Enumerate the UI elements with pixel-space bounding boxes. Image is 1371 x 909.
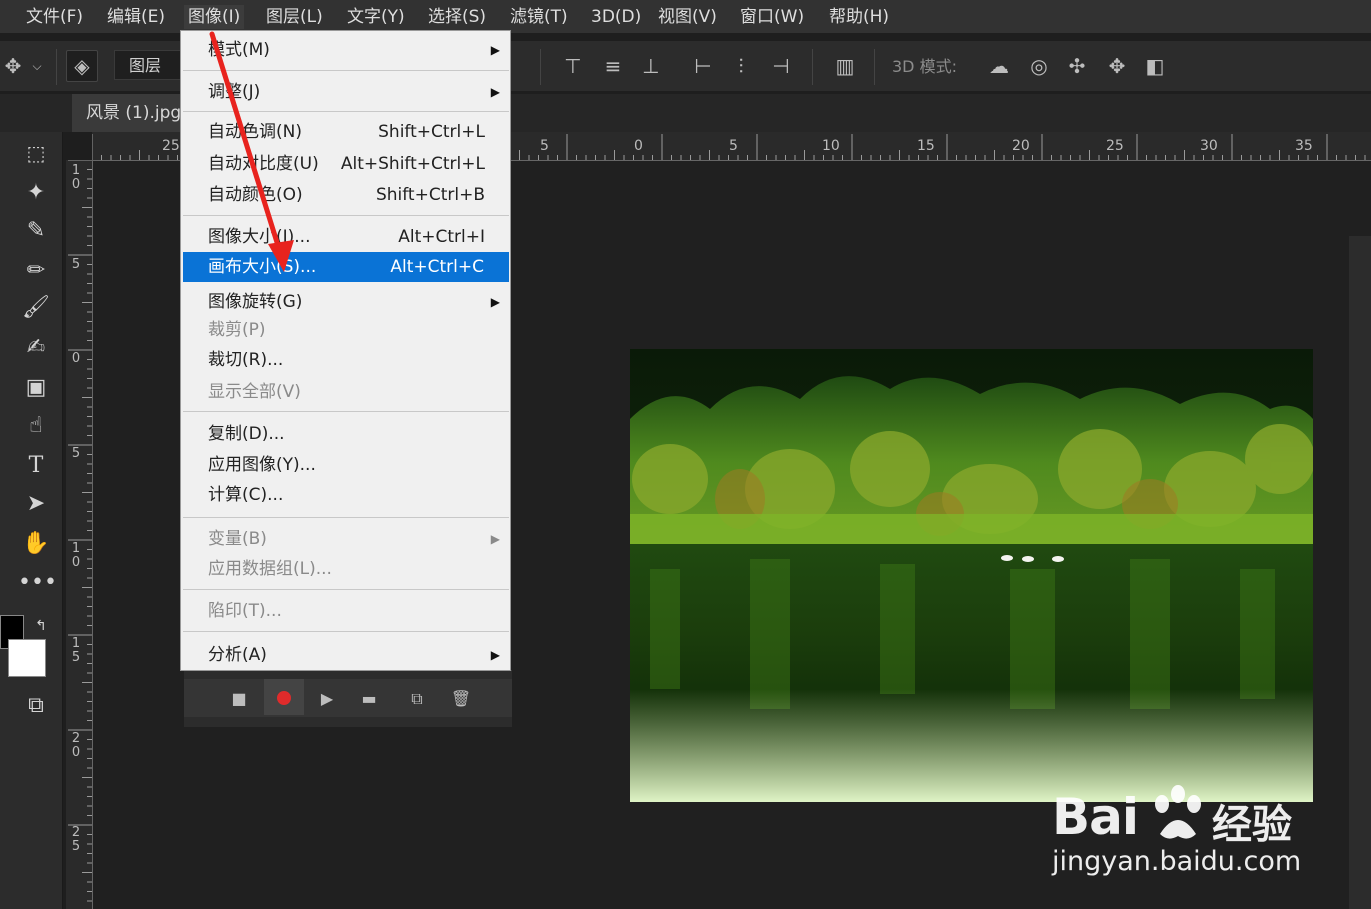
paw-icon (1148, 784, 1208, 844)
watermark-url: jingyan.baidu.com (1052, 846, 1302, 877)
watermark-brand-cn: 经验 (1212, 802, 1292, 848)
baidu-jingyan-watermark: Bai 经验 jingyan.baidu.com (1030, 770, 1360, 900)
watermark-brand: Bai (1052, 788, 1139, 846)
